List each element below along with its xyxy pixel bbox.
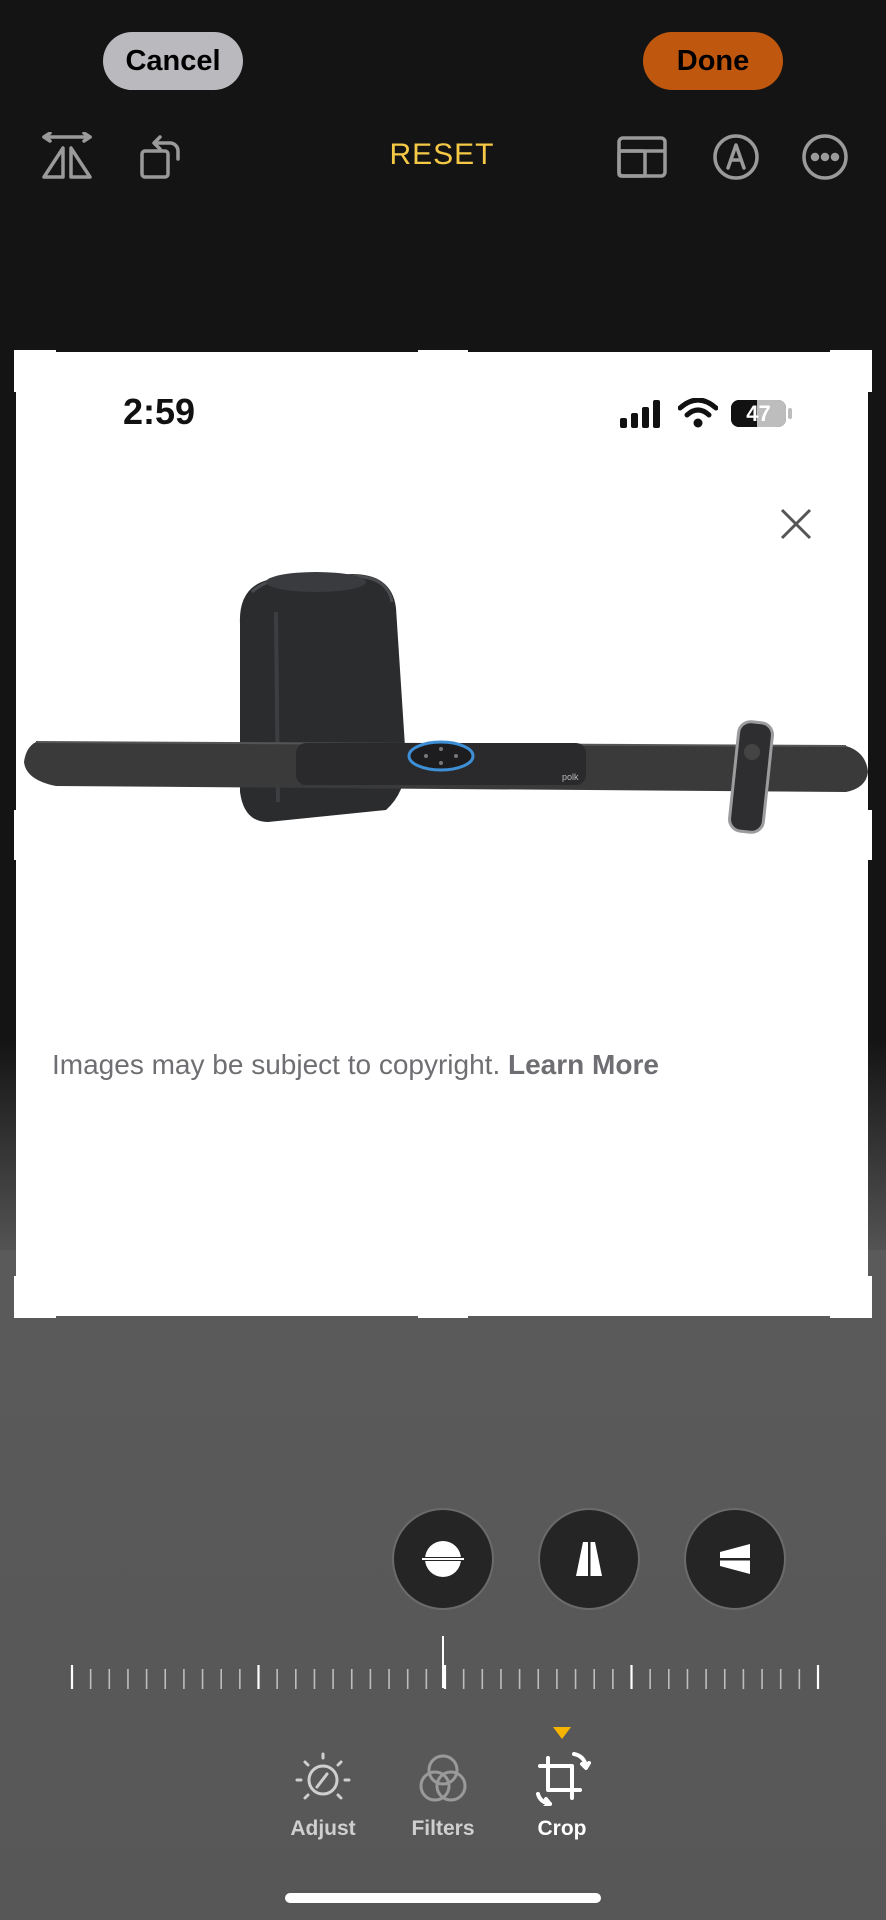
- cellular-signal-icon: [620, 400, 660, 428]
- crop-edge-left[interactable]: [14, 810, 20, 860]
- crop-edge-right[interactable]: [866, 810, 872, 860]
- tab-filters-label: Filters: [411, 1817, 475, 1840]
- crop-edge-bottom[interactable]: [418, 1312, 468, 1318]
- straighten-ruler[interactable]: [70, 1665, 820, 1691]
- crop-corner-bottom-right-v[interactable]: [866, 1276, 872, 1318]
- crop-edge-top[interactable]: [418, 350, 468, 356]
- crop-rotate-icon: [536, 1752, 591, 1809]
- learn-more-link: Learn More: [508, 1049, 659, 1080]
- close-icon: [780, 508, 812, 540]
- adjust-dial-icon: [295, 1752, 351, 1800]
- home-indicator: [285, 1893, 601, 1903]
- crop-corner-top-right-v[interactable]: [866, 350, 872, 392]
- crop-corner-bottom-left-v[interactable]: [14, 1276, 20, 1318]
- cancel-button[interactable]: Cancel: [103, 32, 243, 90]
- battery-icon: 47: [731, 400, 786, 427]
- battery-tip: [788, 408, 792, 419]
- tab-adjust[interactable]: Adjust: [268, 1750, 378, 1841]
- straighten-icon: [418, 1541, 468, 1577]
- tab-crop[interactable]: Crop: [507, 1750, 617, 1841]
- caption-text: Images may be subject to copyright.: [52, 1049, 501, 1080]
- product-image: polk: [24, 572, 868, 834]
- flip-horizontal-icon[interactable]: [37, 127, 97, 187]
- crop-corner-top-left-v[interactable]: [14, 350, 20, 392]
- vertical-perspective-icon: [576, 1538, 602, 1580]
- filters-circles-icon: [419, 1754, 467, 1802]
- straighten-button[interactable]: [392, 1508, 494, 1610]
- aspect-ratio-icon[interactable]: [612, 127, 672, 187]
- horizontal-perspective-button[interactable]: [684, 1508, 786, 1610]
- done-button[interactable]: Done: [643, 32, 783, 90]
- rotate-icon[interactable]: [130, 127, 190, 187]
- ruler-center-marker: [442, 1636, 444, 1688]
- tab-adjust-label: Adjust: [290, 1817, 356, 1840]
- status-time: 2:59: [123, 391, 196, 432]
- wifi-icon: [678, 398, 718, 428]
- reset-button[interactable]: RESET: [360, 138, 524, 172]
- vertical-perspective-button[interactable]: [538, 1508, 640, 1610]
- active-tab-indicator: [553, 1727, 571, 1739]
- copyright-caption: Images may be subject to copyright. Lear…: [52, 1049, 659, 1081]
- crop-corner-bottom-left[interactable]: [14, 1312, 56, 1318]
- tab-crop-label: Crop: [537, 1817, 587, 1840]
- tab-filters[interactable]: Filters: [388, 1750, 498, 1841]
- crop-corner-top-left[interactable]: [14, 350, 56, 356]
- more-ellipsis-icon[interactable]: [795, 127, 855, 187]
- brand-mark: polk: [562, 772, 579, 782]
- markup-pen-icon[interactable]: [706, 127, 766, 187]
- battery-level: 47: [746, 400, 771, 426]
- photo-crop-area[interactable]: polk: [16, 352, 868, 1316]
- horizontal-perspective-icon: [714, 1544, 756, 1574]
